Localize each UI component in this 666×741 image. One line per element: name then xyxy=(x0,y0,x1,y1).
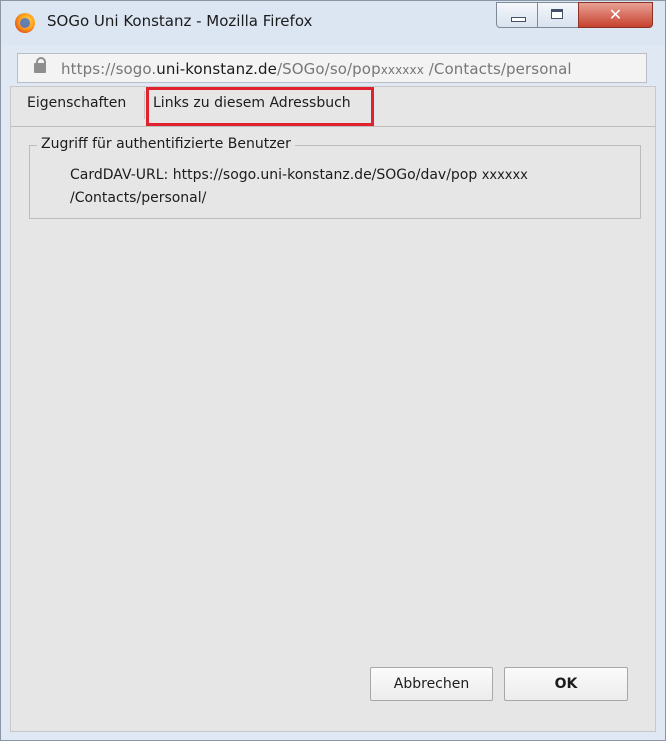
carddav-url: CardDAV-URL: https://sogo.uni-konstanz.d… xyxy=(70,164,610,209)
close-button[interactable]: ✕ xyxy=(578,2,653,28)
window-title: SOGo Uni Konstanz - Mozilla Firefox xyxy=(47,12,313,30)
minimize-icon xyxy=(511,17,526,22)
maximize-button[interactable] xyxy=(537,2,579,28)
firefox-window: SOGo Uni Konstanz - Mozilla Firefox ✕ ht… xyxy=(0,0,666,741)
cancel-button[interactable]: Abbrechen xyxy=(370,667,493,701)
tab-divider xyxy=(144,91,145,119)
url-path: /SOGo/so/pop xyxy=(276,60,381,78)
url-bar[interactable]: https://sogo.uni-konstanz.de/SOGo/so/pop… xyxy=(17,53,647,83)
minimize-button[interactable] xyxy=(496,2,538,28)
carddav-url-prefix: CardDAV-URL: https://sogo.uni-konstanz.d… xyxy=(70,167,482,183)
carddav-redacted-user: xxxxxx xyxy=(481,168,528,183)
tab-highlight-box xyxy=(146,87,374,126)
fieldset-legend: Zugriff für authentifizierte Benutzer xyxy=(37,136,295,152)
url-suffix: /Contacts/personal xyxy=(423,60,572,78)
title-bar: SOGo Uni Konstanz - Mozilla Firefox ✕ xyxy=(1,1,665,45)
firefox-logo-icon xyxy=(15,13,35,33)
address-book-dialog: Eigenschaften Links zu diesem Adressbuch… xyxy=(10,86,656,732)
carddav-url-suffix: /Contacts/personal/ xyxy=(70,190,207,206)
authenticated-access-fieldset: Zugriff für authentifizierte Benutzer Ca… xyxy=(29,136,641,219)
url-prefix: https://sogo. xyxy=(61,60,157,78)
tab-bar: Eigenschaften Links zu diesem Adressbuch xyxy=(11,87,655,126)
url-text[interactable]: https://sogo.uni-konstanz.de/SOGo/so/pop… xyxy=(61,60,572,78)
maximize-icon xyxy=(551,9,563,19)
tab-underline xyxy=(11,126,655,127)
ok-button[interactable]: OK xyxy=(504,667,628,701)
lock-icon xyxy=(34,57,46,73)
url-redacted-user: xxxxxx xyxy=(380,63,424,77)
tab-eigenschaften[interactable]: Eigenschaften xyxy=(27,95,126,111)
close-icon: ✕ xyxy=(608,5,623,24)
url-domain: uni-konstanz.de xyxy=(156,60,277,78)
